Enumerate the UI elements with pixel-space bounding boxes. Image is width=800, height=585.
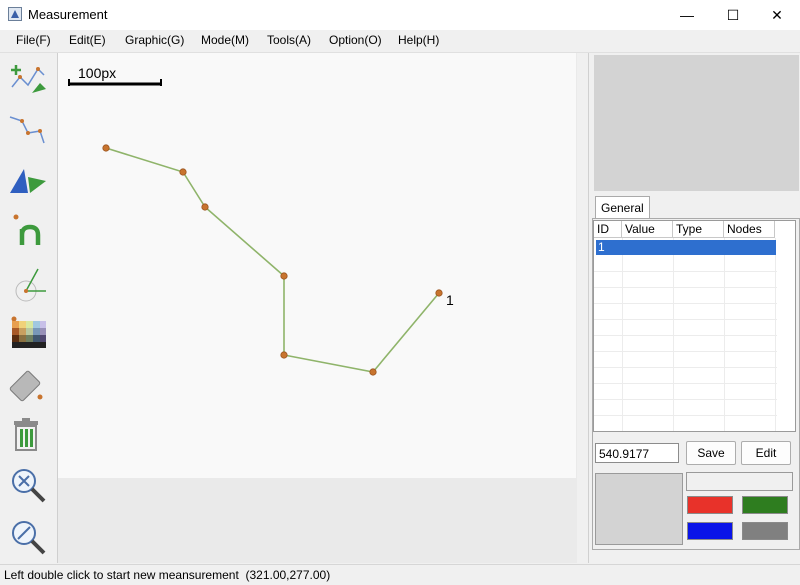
- tool-palette: [0, 53, 56, 563]
- drawing-canvas[interactable]: 100px 1: [58, 53, 576, 478]
- zoom-reset-icon: [12, 469, 46, 503]
- menu-option[interactable]: Option(O): [329, 33, 382, 47]
- cell-value: [624, 240, 627, 255]
- tool-add-point[interactable]: [6, 57, 50, 101]
- menu-graphic[interactable]: Graphic(G): [125, 33, 184, 47]
- table-row[interactable]: [596, 240, 776, 255]
- measurement-polyline: [105, 147, 440, 373]
- color-field[interactable]: [686, 472, 793, 491]
- node-count-icon: [13, 214, 41, 245]
- cell-type: [675, 240, 678, 255]
- preview-area: [594, 55, 799, 191]
- value-field[interactable]: 540.9177: [595, 443, 679, 463]
- tool-zoom-out[interactable]: [6, 515, 50, 559]
- menu-edit[interactable]: Edit(E): [69, 33, 106, 47]
- node: [179, 168, 187, 176]
- tool-polyline[interactable]: [6, 109, 50, 153]
- close-button[interactable]: ✕: [754, 0, 800, 30]
- menu-file[interactable]: File(F): [16, 33, 51, 47]
- tab-general[interactable]: General: [595, 196, 650, 219]
- node: [369, 368, 377, 376]
- swatch-blue[interactable]: [687, 522, 733, 540]
- column-header-nodes[interactable]: Nodes: [724, 221, 775, 238]
- properties-panel: General ID Value Type Nodes 1 540.9177 S…: [588, 53, 800, 563]
- status-message: Left double click to start new meansurem…: [4, 568, 331, 582]
- tool-angle-area[interactable]: [6, 159, 50, 203]
- eraser-icon: [9, 370, 43, 402]
- app-icon: [8, 7, 22, 21]
- node: [435, 289, 443, 297]
- menu-mode[interactable]: Mode(M): [201, 33, 249, 47]
- swatch-red[interactable]: [687, 496, 733, 514]
- measurement-nodes: [102, 144, 443, 376]
- tool-color-palette[interactable]: [6, 311, 50, 355]
- tool-eraser[interactable]: [6, 361, 50, 405]
- measurement-id-label: 1: [446, 292, 454, 308]
- close-icon: ✕: [771, 6, 783, 23]
- title-bar: Measurement — ☐ ✕: [0, 0, 800, 30]
- minimize-button[interactable]: —: [664, 0, 710, 30]
- menu-tools[interactable]: Tools(A): [267, 33, 311, 47]
- color-palette-icon: [11, 316, 46, 348]
- maximize-icon: ☐: [726, 6, 740, 23]
- tool-zoom-reset[interactable]: [6, 463, 50, 507]
- menu-bar: File(F) Edit(E) Graphic(G) Mode(M) Tools…: [0, 30, 800, 53]
- polyline-icon: [9, 116, 45, 144]
- tool-node-count[interactable]: [6, 209, 50, 253]
- zoom-out-icon: [12, 521, 46, 555]
- vertical-scrollbar[interactable]: [577, 53, 585, 563]
- minimize-icon: —: [680, 7, 694, 23]
- canvas-area: 100px 1: [57, 53, 585, 563]
- node: [280, 272, 288, 280]
- swatch-green[interactable]: [742, 496, 788, 514]
- window-title: Measurement: [28, 7, 108, 22]
- node: [280, 351, 288, 359]
- column-header-id[interactable]: ID: [594, 221, 622, 238]
- scale-label: 100px: [78, 65, 116, 81]
- add-point-measure-icon: [11, 65, 46, 93]
- cell-nodes: [726, 240, 729, 255]
- tool-delete[interactable]: [6, 413, 50, 457]
- status-bar: Left double click to start new meansurem…: [0, 564, 800, 585]
- menu-help[interactable]: Help(H): [398, 33, 439, 47]
- cursor-coords: (321.00,277.00): [245, 568, 331, 582]
- measurement-drawing: 100px 1: [68, 65, 454, 376]
- swatch-gray[interactable]: [742, 522, 788, 540]
- node: [102, 144, 110, 152]
- maximize-button[interactable]: ☐: [710, 0, 756, 30]
- color-preview: [595, 473, 683, 545]
- node: [201, 203, 209, 211]
- cell-id: 1: [598, 240, 605, 254]
- angle-area-icon: [10, 169, 46, 193]
- save-button[interactable]: Save: [686, 441, 736, 465]
- measurement-table[interactable]: ID Value Type Nodes 1: [593, 220, 796, 432]
- tool-compass-angle[interactable]: [6, 261, 50, 305]
- trash-icon: [14, 418, 38, 451]
- column-header-value[interactable]: Value: [622, 221, 673, 238]
- compass-angle-icon: [15, 268, 46, 302]
- edit-button[interactable]: Edit: [741, 441, 791, 465]
- column-header-type[interactable]: Type: [673, 221, 724, 238]
